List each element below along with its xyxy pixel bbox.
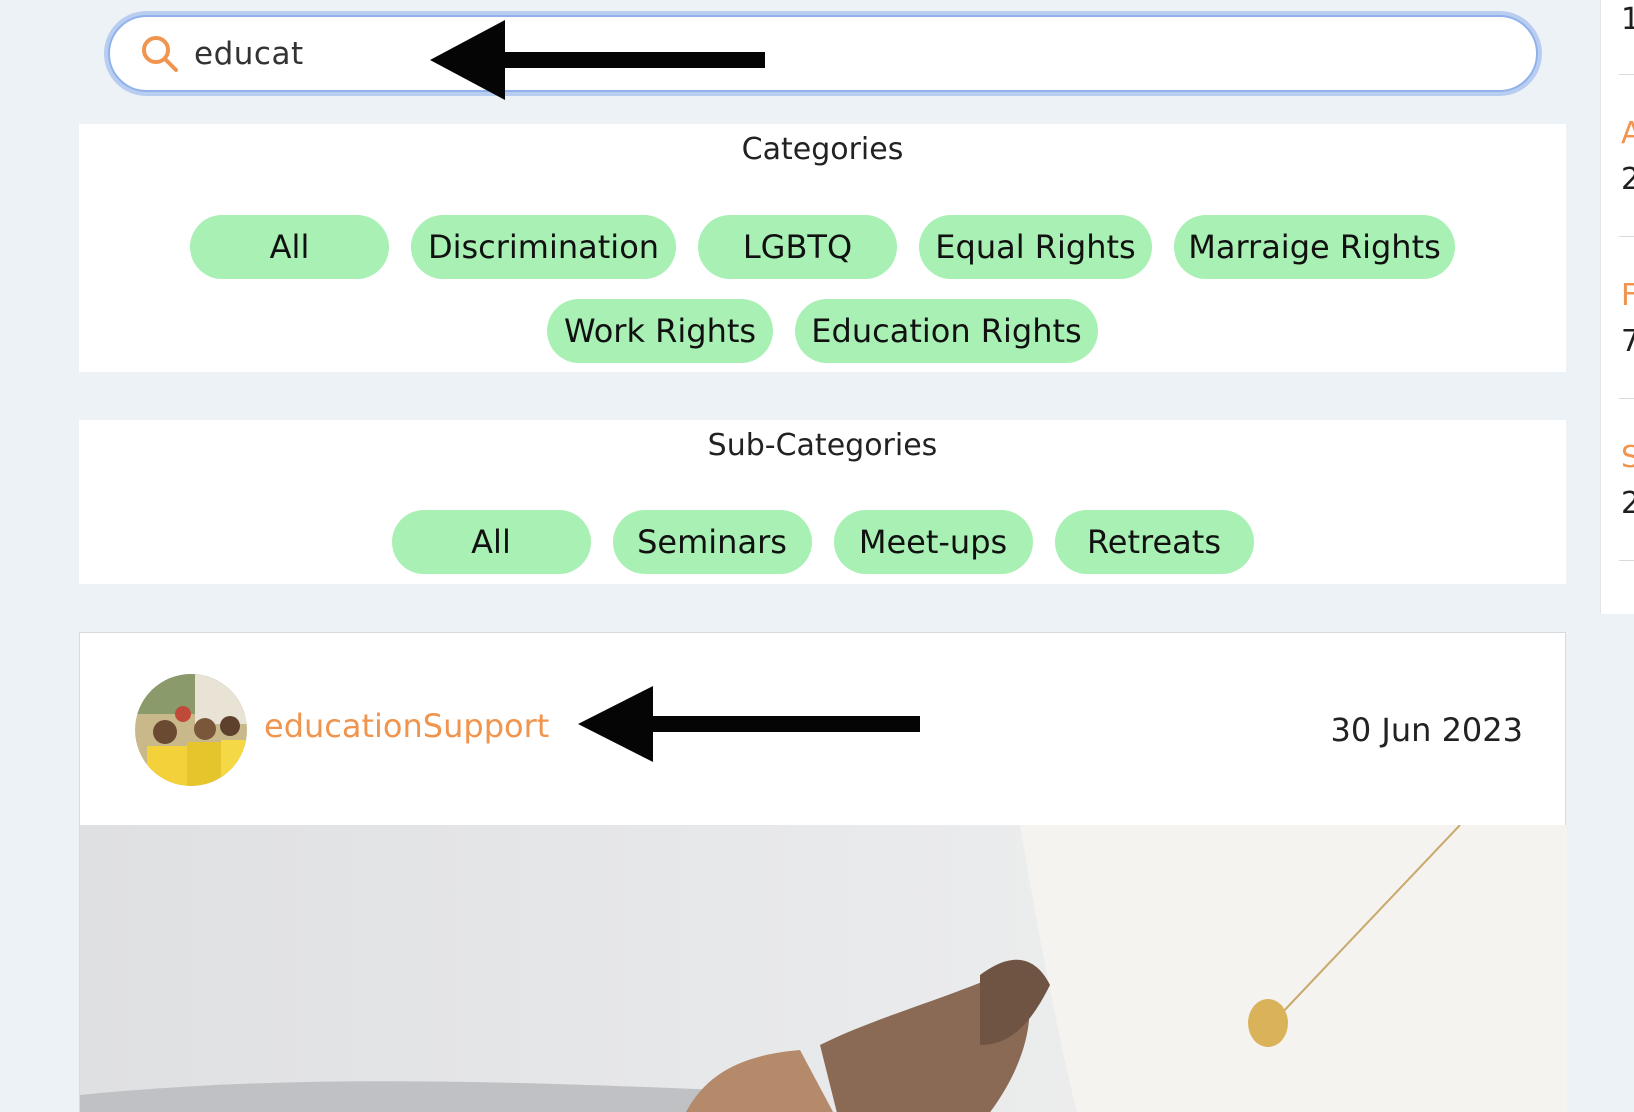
subcategory-chip-seminars[interactable]: Seminars <box>612 510 812 574</box>
categories-panel: Categories All Discrimination LGBTQ Equa… <box>79 124 1566 372</box>
sidebar-char: 2 <box>1621 486 1634 521</box>
subcategories-title: Sub-Categories <box>707 428 938 463</box>
search-icon <box>140 34 180 74</box>
category-chip-education-rights[interactable]: Education Rights <box>795 299 1098 363</box>
search-box[interactable]: educat <box>108 15 1538 92</box>
avatar[interactable] <box>135 674 247 786</box>
post-image <box>80 825 1567 1112</box>
category-chip-discrimination[interactable]: Discrimination <box>411 215 676 279</box>
annotation-arrow-icon <box>430 20 765 100</box>
sidebar-divider <box>1619 560 1634 561</box>
subcategory-chip-meetups[interactable]: Meet-ups <box>833 510 1033 574</box>
categories-row-1: All Discrimination LGBTQ Equal Rights Ma… <box>79 215 1566 279</box>
sidebar-char: 1 <box>1621 2 1634 37</box>
category-chip-equal-rights[interactable]: Equal Rights <box>919 215 1152 279</box>
annotation-arrow-icon <box>578 686 920 762</box>
sidebar-divider <box>1619 236 1634 237</box>
categories-title: Categories <box>741 132 904 167</box>
sidebar-char[interactable]: F <box>1621 278 1634 313</box>
subcategory-chip-all[interactable]: All <box>391 510 591 574</box>
sidebar-divider <box>1619 398 1634 399</box>
right-sidebar: 1 A 2 F 7 S 2 <box>1600 0 1634 614</box>
sidebar-char: 2 <box>1621 162 1634 197</box>
category-chip-marriage-rights[interactable]: Marraige Rights <box>1174 215 1455 279</box>
category-chip-all[interactable]: All <box>190 215 389 279</box>
search-bar[interactable]: educat <box>104 11 1542 96</box>
page: educat Categories All Discrimination LGB… <box>0 0 1634 1112</box>
subcategories-row: All Seminars Meet-ups Retreats <box>79 510 1566 574</box>
subcategory-chip-retreats[interactable]: Retreats <box>1054 510 1254 574</box>
sidebar-char[interactable]: A <box>1621 116 1634 151</box>
post-username[interactable]: educationSupport <box>264 707 549 745</box>
category-chip-lgbtq[interactable]: LGBTQ <box>698 215 897 279</box>
categories-row-2: Work Rights Education Rights <box>79 299 1566 363</box>
post-date: 30 Jun 2023 <box>1330 711 1524 749</box>
sidebar-char[interactable]: S <box>1621 440 1634 475</box>
subcategories-panel: Sub-Categories All Seminars Meet-ups Ret… <box>79 420 1566 584</box>
sidebar-char: 7 <box>1621 324 1634 359</box>
category-chip-work-rights[interactable]: Work Rights <box>547 299 773 363</box>
sidebar-divider <box>1619 74 1634 75</box>
